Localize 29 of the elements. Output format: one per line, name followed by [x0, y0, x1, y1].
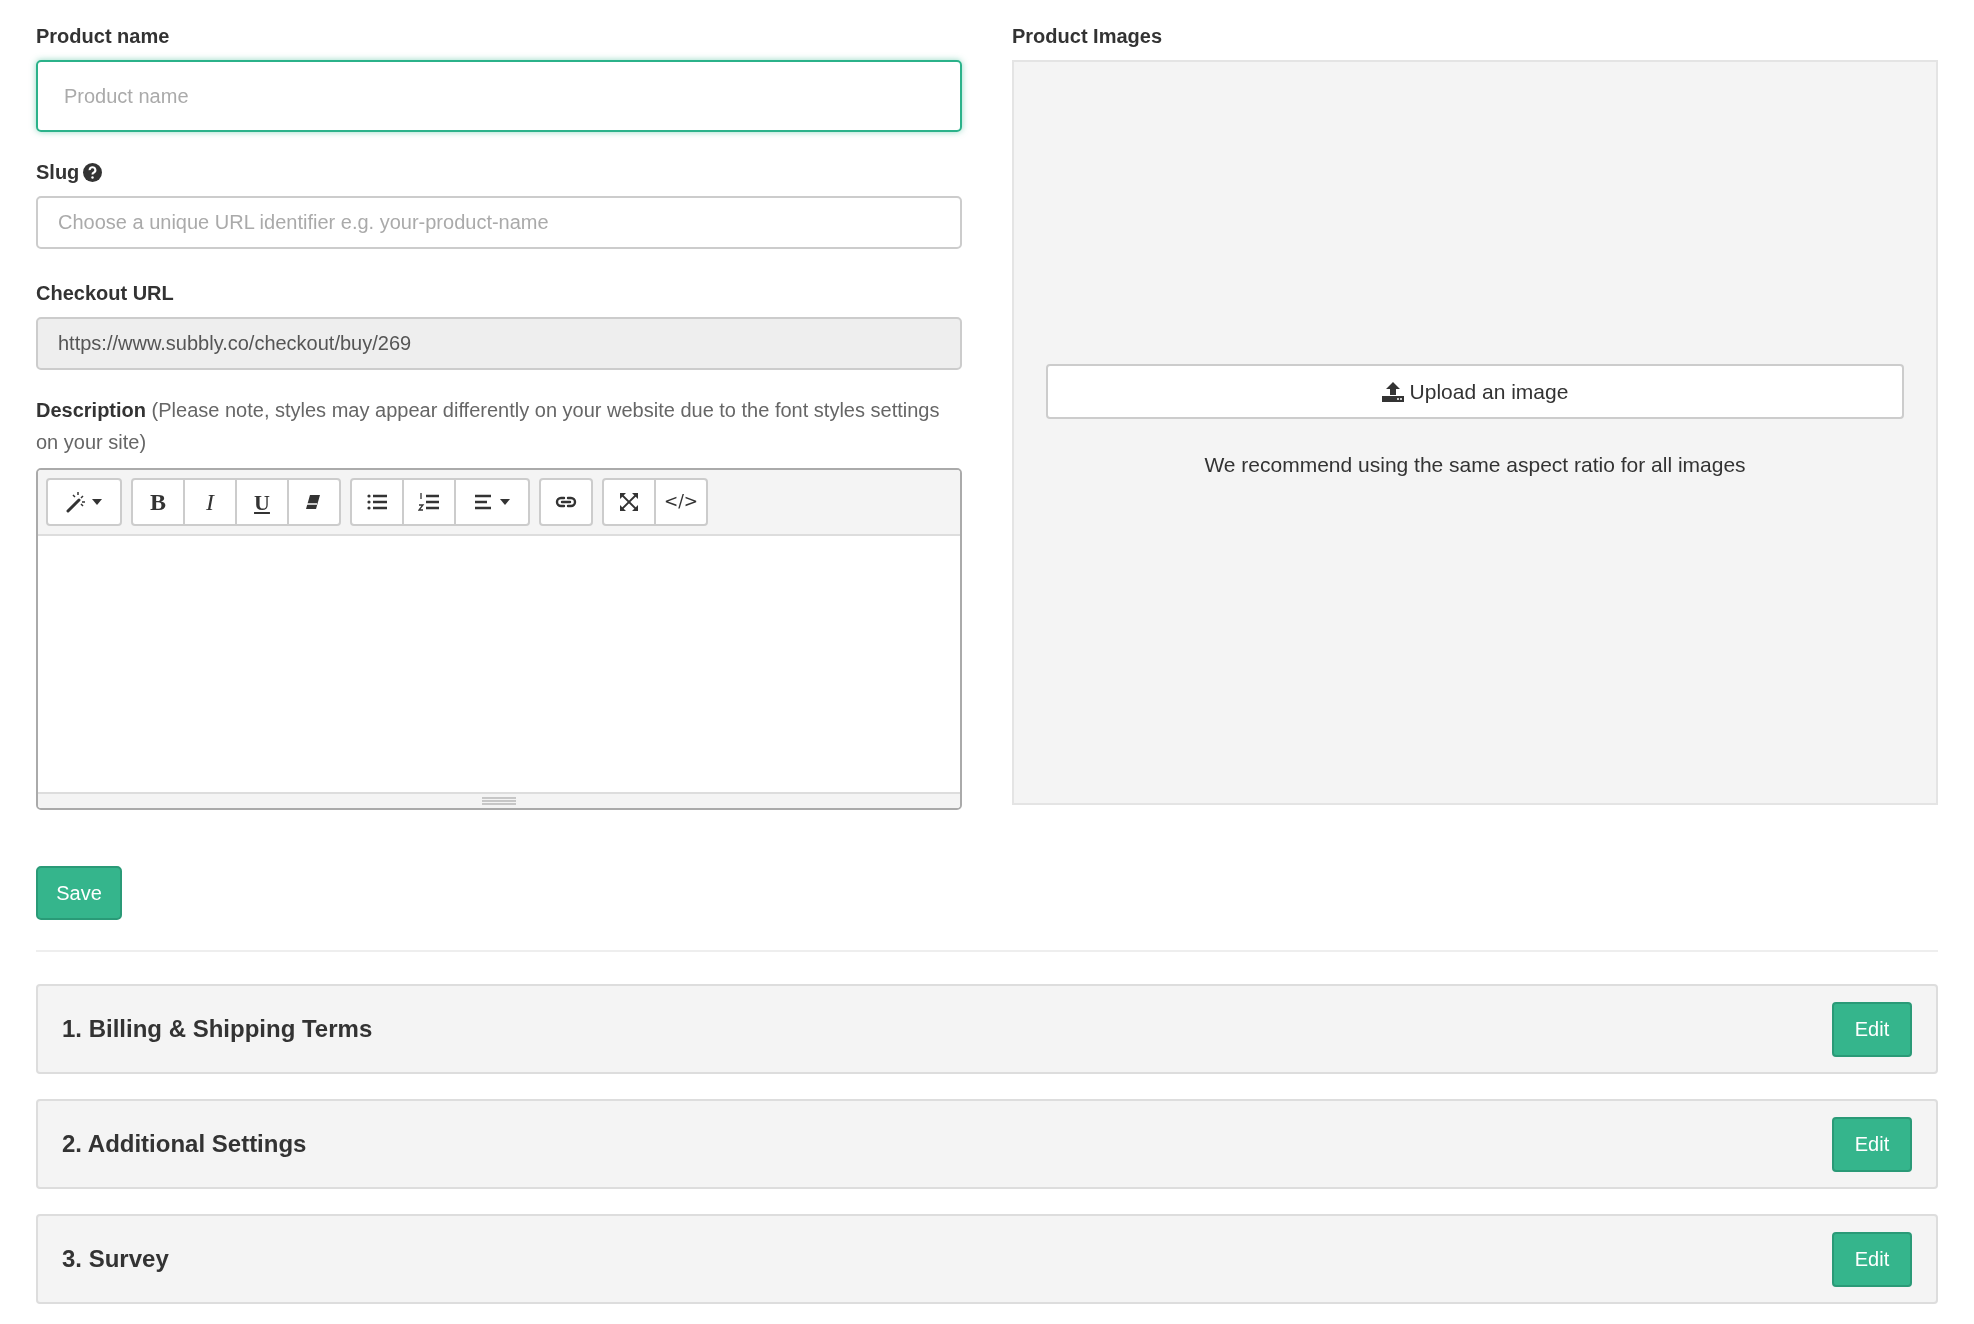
- section-title: 2. Additional Settings: [62, 1129, 307, 1159]
- code-button[interactable]: </>: [654, 478, 708, 526]
- section-title: 1. Billing & Shipping Terms: [62, 1014, 373, 1044]
- underline-button[interactable]: U: [235, 478, 289, 526]
- field-label: Checkout URL: [36, 281, 175, 306]
- grip-icon[interactable]: [482, 797, 516, 805]
- align-button[interactable]: [454, 478, 530, 526]
- product-name-field[interactable]: Product name: [36, 60, 962, 132]
- bold-button[interactable]: B: [131, 478, 185, 526]
- expand-icon: [618, 491, 640, 513]
- upload-icon: [1381, 381, 1404, 402]
- section-title: 3. Survey: [62, 1244, 169, 1274]
- field-label: Product Images: [1012, 24, 1164, 49]
- upload-button[interactable]: Upload an image: [1046, 364, 1904, 420]
- aspect-ratio-hint: We recommend using the same aspect ratio for all images: [1204, 452, 1746, 479]
- bullets-button[interactable]: [350, 478, 404, 526]
- link-button[interactable]: [539, 478, 593, 526]
- magic-wand-icon: [66, 491, 88, 513]
- numbers-button[interactable]: [402, 478, 456, 526]
- numbered-list-icon: [418, 491, 440, 513]
- field-label: Slug: [36, 160, 80, 185]
- magic-button[interactable]: [46, 478, 122, 526]
- fullscreen-button[interactable]: [602, 478, 656, 526]
- help-icon[interactable]: [83, 162, 103, 182]
- italic-button[interactable]: I: [183, 478, 237, 526]
- description-label: Description (Please note, styles may appear differently on your website due to the font styles settings on your site): [36, 398, 941, 455]
- eraser-button[interactable]: [287, 478, 341, 526]
- field-label: Product name: [36, 24, 171, 49]
- slug-field[interactable]: Choose a unique URL identifier e.g. your-product-name: [36, 196, 962, 249]
